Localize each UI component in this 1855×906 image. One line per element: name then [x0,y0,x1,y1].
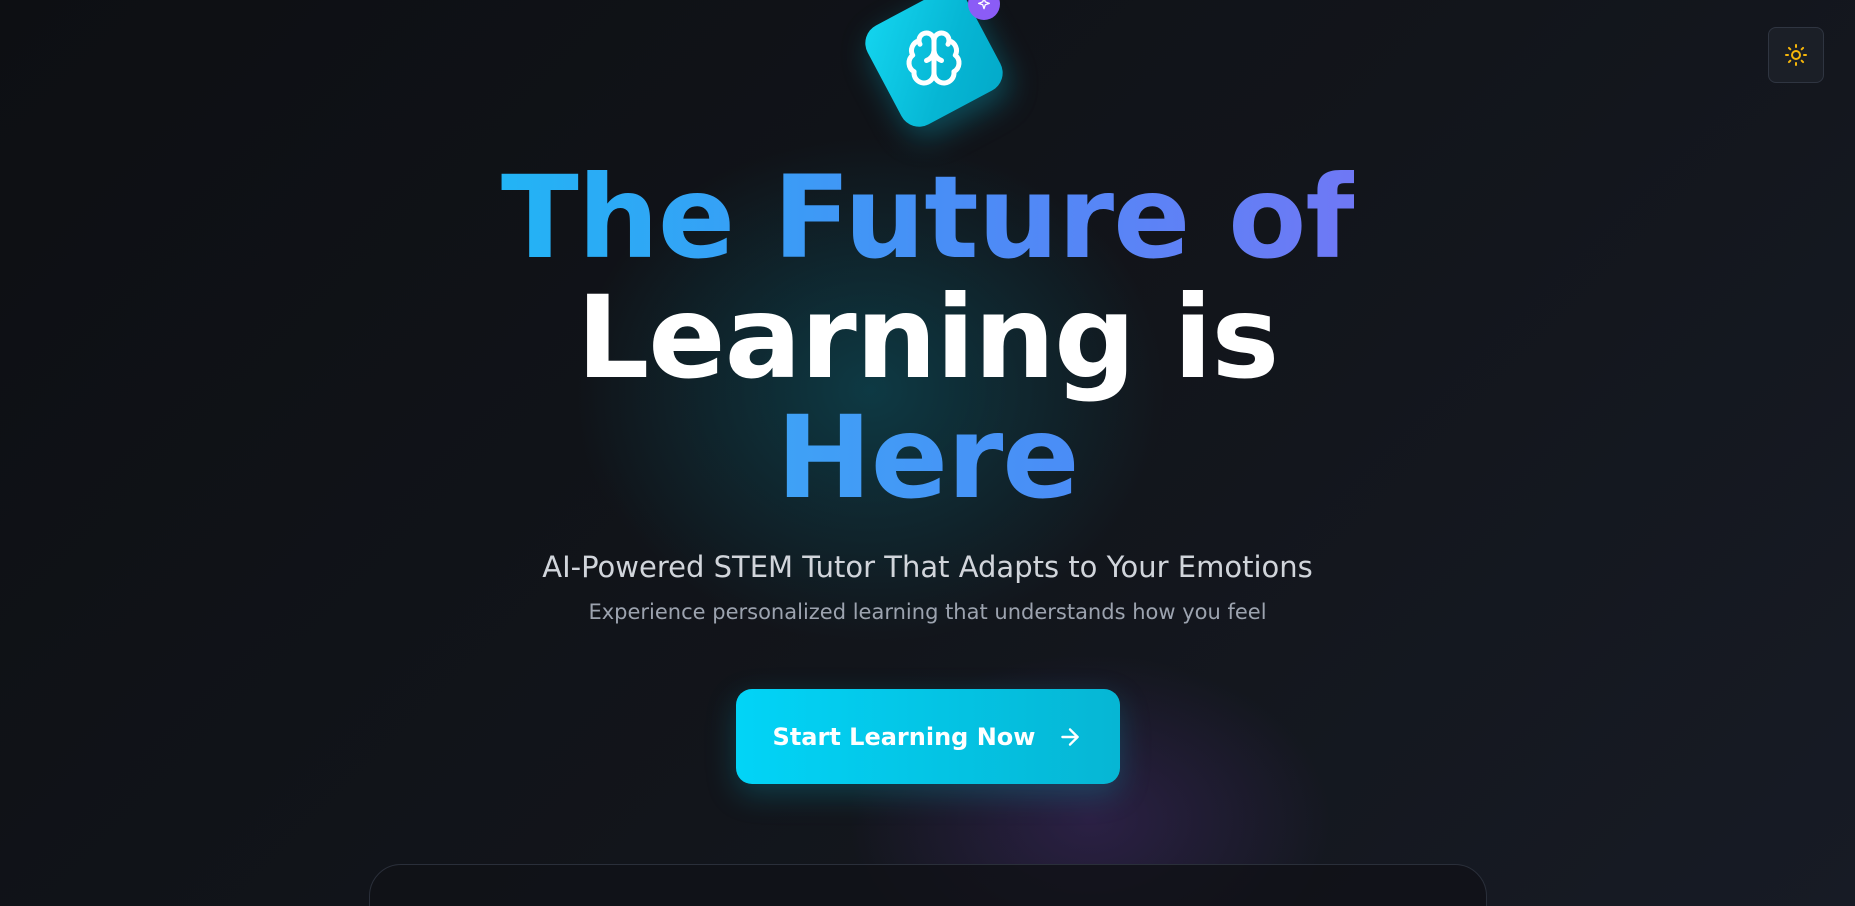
headline-line-1: The Future of [500,151,1355,284]
logo-tile [858,0,1010,134]
content-panel [369,864,1487,906]
sparkles-icon [978,0,990,10]
headline-line-3: Here [776,391,1079,524]
theme-toggle-button[interactable] [1768,27,1824,83]
app-logo [858,0,1010,134]
arrow-right-icon [1061,727,1080,746]
hero-headline: The Future of Learning is Here [0,158,1855,518]
hero-subtitle: AI-Powered STEM Tutor That Adapts to You… [542,550,1313,584]
brain-icon [906,30,962,86]
start-learning-label: Start Learning Now [772,722,1036,751]
headline-line-2: Learning is [576,271,1280,404]
hero-tagline: Experience personalized learning that un… [588,600,1267,624]
sun-icon [1785,44,1807,66]
start-learning-button[interactable]: Start Learning Now [736,689,1120,784]
